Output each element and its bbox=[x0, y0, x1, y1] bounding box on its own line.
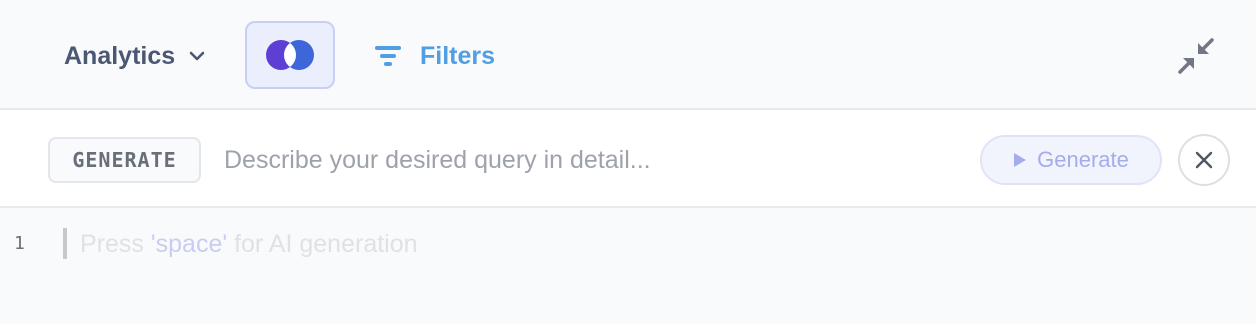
database-name: Analytics bbox=[64, 41, 176, 70]
editor-placeholder: Press 'space' for AI generation bbox=[80, 230, 418, 259]
join-button[interactable] bbox=[245, 21, 335, 89]
close-icon bbox=[1195, 151, 1213, 169]
generate-button-label: Generate bbox=[1037, 147, 1129, 172]
filter-icon bbox=[375, 46, 401, 66]
line-number: 1 bbox=[14, 233, 25, 254]
filters-button[interactable]: Filters bbox=[374, 36, 495, 76]
filters-label: Filters bbox=[420, 41, 496, 70]
query-editor[interactable]: 1 Press 'space' for AI generation bbox=[0, 208, 1256, 324]
chevron-down-icon bbox=[189, 51, 205, 61]
ai-generate-bar: GENERATE Generate bbox=[0, 110, 1256, 208]
hint-suffix: for AI generation bbox=[227, 230, 418, 258]
query-toolbar: Analytics Filters bbox=[0, 0, 1256, 110]
text-cursor bbox=[63, 228, 67, 259]
hint-key: 'space' bbox=[150, 230, 228, 258]
database-picker[interactable]: Analytics bbox=[64, 36, 205, 76]
generate-button[interactable]: Generate bbox=[980, 135, 1162, 185]
play-icon bbox=[1014, 153, 1027, 167]
generate-badge: GENERATE bbox=[48, 137, 201, 183]
query-description-input[interactable] bbox=[224, 138, 964, 182]
join-icon bbox=[266, 40, 314, 70]
collapse-icon bbox=[1178, 38, 1214, 74]
close-generate-button[interactable] bbox=[1178, 134, 1230, 186]
hint-prefix: Press bbox=[80, 230, 151, 258]
collapse-editor-button[interactable] bbox=[1174, 34, 1218, 78]
